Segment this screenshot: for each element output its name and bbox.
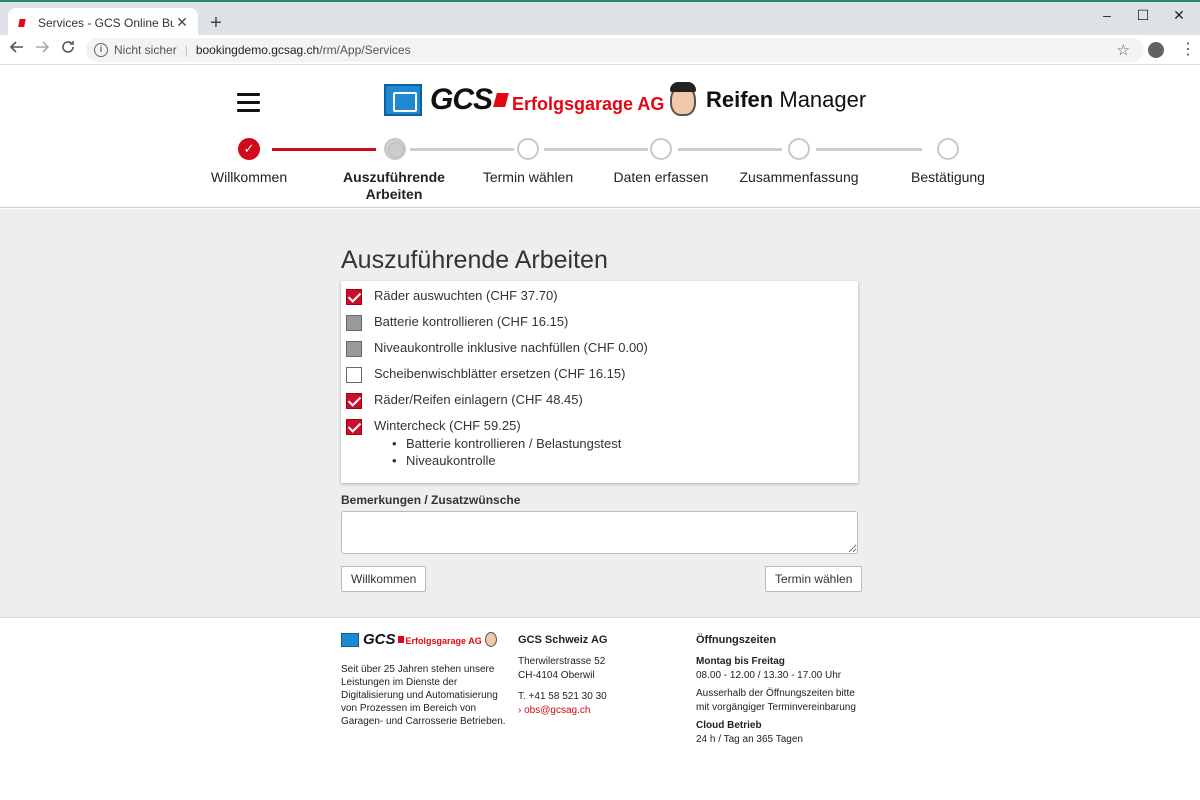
step-label-termin[interactable]: Termin wählen [458, 169, 598, 186]
footer-logo-red-mark-icon [397, 636, 404, 643]
step-daten-circle[interactable] [650, 138, 672, 160]
checkbox-disabled [346, 315, 362, 331]
step-label-arbeiten[interactable]: Auszuführende Arbeiten [324, 169, 464, 203]
service-item-einlagern[interactable]: Räder/Reifen einlagern (CHF 48.45) [346, 392, 583, 412]
company-email-link[interactable]: › obs@gcsag.ch [518, 705, 590, 716]
checkbox-checked[interactable] [346, 393, 362, 409]
service-label: Räder auswuchten (CHF 37.70) [374, 288, 558, 303]
browser-tab[interactable]: Services - GCS Online Buchungss ✕ [8, 8, 198, 37]
browser-tab-bar: Services - GCS Online Buchungss ✕ + – ☐ … [0, 0, 1200, 37]
cloud-label: Cloud Betrieb [696, 720, 762, 731]
service-label: Batterie kontrollieren (CHF 16.15) [374, 314, 569, 329]
cloud-hours: 24 h / Tag an 365 Tagen [696, 734, 803, 745]
hours-weekday-label: Montag bis Freitag [696, 656, 785, 667]
step-willkommen-check-icon[interactable]: ✓ [238, 138, 260, 160]
step-bestaetigung-circle[interactable] [937, 138, 959, 160]
service-item-raeder-auswuchten[interactable]: Räder auswuchten (CHF 37.70) [346, 288, 558, 308]
service-item-batterie: Batterie kontrollieren (CHF 16.15) [346, 314, 568, 334]
footer-logo-box-icon [341, 632, 359, 647]
step-label-bestaetigung[interactable]: Bestätigung [878, 169, 1018, 186]
next-button[interactable]: Termin wählen [765, 566, 863, 592]
gcs-logo[interactable]: GCS Erfolgsgarage AG [384, 82, 697, 118]
checkbox-checked[interactable] [346, 289, 362, 305]
step-label-zusammenfassung[interactable]: Zusammenfassung [729, 169, 869, 186]
service-item-niveaukontrolle: Niveaukontrolle inklusive nachfüllen (CH… [346, 340, 648, 360]
bookmark-star-icon[interactable]: ☆ [1117, 41, 1130, 59]
address-separator: | [184, 43, 188, 57]
company-title: GCS Schweiz AG [518, 634, 608, 646]
profile-avatar-icon[interactable] [1148, 42, 1164, 58]
services-card: Räder auswuchten (CHF 37.70) Batterie ko… [341, 281, 858, 483]
footer-hours: Öffnungszeiten Montag bis Freitag 08.00 … [696, 633, 856, 747]
footer-description: Seit über 25 Jahren stehen unsere Leistu… [341, 664, 506, 727]
step-connector-1 [272, 148, 376, 151]
logo-text: GCS [430, 83, 493, 116]
forward-arrow-icon[interactable] [31, 39, 53, 61]
logo-subtext: Erfolgsgarage AG [512, 93, 665, 114]
browser-toolbar: i Nicht sicher | bookingdemo.gcsag.ch /r… [0, 35, 1200, 65]
app-name-rest: Manager [779, 87, 867, 112]
step-arbeiten-circle[interactable] [384, 138, 406, 160]
checkbox-unchecked[interactable] [346, 367, 362, 383]
hours-title: Öffnungszeiten [696, 634, 777, 646]
close-window-button[interactable]: ✕ [1156, 6, 1200, 32]
checkbox-checked[interactable] [346, 419, 362, 435]
step-label-willkommen[interactable]: Willkommen [179, 169, 319, 186]
service-label: Scheibenwischblätter ersetzen (CHF 16.15… [374, 366, 626, 381]
company-street: Therwilerstrasse 52 [518, 656, 606, 667]
gcs-logo-box-icon [384, 84, 422, 116]
footer-mascot-face-icon [484, 632, 497, 647]
footer-logo-subtext: Erfolgsgarage AG [405, 636, 482, 646]
gcs-favicon-icon [16, 16, 30, 30]
checkbox-disabled [346, 341, 362, 357]
service-label: Wintercheck (CHF 59.25) [374, 418, 521, 433]
security-label: Nicht sicher [114, 43, 177, 57]
company-phone: T. +41 58 521 30 30 [518, 691, 607, 702]
step-zusammenfassung-circle[interactable] [788, 138, 810, 160]
footer-company: GCS Schweiz AG Therwilerstrasse 52 CH-41… [518, 633, 607, 718]
company-city: CH-4104 Oberwil [518, 670, 595, 681]
hours-outside-note-2: mit vorgängiger Terminvereinbarung [696, 702, 856, 713]
app-name: Reifen Manager [706, 87, 866, 113]
mascot-face-icon [670, 82, 697, 116]
service-item-scheibenwischer[interactable]: Scheibenwischblätter ersetzen (CHF 16.15… [346, 366, 625, 386]
reload-icon[interactable] [57, 39, 79, 61]
step-termin-circle[interactable] [517, 138, 539, 160]
wintercheck-subitems: Batterie kontrollieren / Belastungstest … [374, 435, 621, 469]
browser-menu-icon[interactable]: ⋮ [1180, 40, 1196, 60]
new-tab-button[interactable]: + [206, 12, 226, 35]
page-title: Auszuführende Arbeiten [341, 246, 608, 274]
page-header: GCS Erfolgsgarage AG Reifen Manager ✓ Wi… [0, 66, 1200, 208]
main-content: Auszuführende Arbeiten Räder auswuchten … [0, 209, 1200, 617]
hamburger-menu-icon[interactable] [237, 93, 260, 112]
service-item-wintercheck[interactable]: Wintercheck (CHF 59.25) Batterie kontrol… [346, 418, 621, 474]
url-host: bookingdemo.gcsag.ch [195, 43, 320, 57]
url-path: /rm/App/Services [319, 43, 411, 57]
back-arrow-icon[interactable] [6, 39, 28, 61]
page-footer: GCS Erfolgsgarage AG Seit über 25 Jahren… [0, 617, 1200, 800]
step-connector-3 [544, 148, 648, 151]
footer-logo[interactable]: GCS Erfolgsgarage AG [341, 631, 497, 648]
logo-red-mark-icon [493, 93, 509, 107]
step-connector-5 [816, 148, 922, 151]
app-name-bold: Reifen [706, 87, 774, 112]
service-label: Niveaukontrolle inklusive nachfüllen (CH… [374, 340, 648, 355]
remarks-label: Bemerkungen / Zusatzwünsche [341, 493, 521, 507]
tab-title: Services - GCS Online Buchungss [38, 15, 174, 30]
subitem: Niveaukontrolle [374, 452, 621, 469]
hours-weekday: 08.00 - 12.00 / 13.30 - 17.00 Uhr [696, 670, 842, 681]
step-label-daten[interactable]: Daten erfassen [591, 169, 731, 186]
remarks-textarea[interactable] [341, 511, 858, 554]
footer-logo-text: GCS [363, 631, 396, 648]
tab-close-icon[interactable]: ✕ [174, 14, 190, 31]
step-connector-4 [678, 148, 782, 151]
hours-outside-note-1: Ausserhalb der Öffnungszeiten bitte [696, 688, 855, 699]
address-bar[interactable]: i Nicht sicher | bookingdemo.gcsag.ch /r… [86, 38, 1144, 62]
back-button[interactable]: Willkommen [341, 566, 427, 592]
step-connector-2 [410, 148, 514, 151]
info-icon[interactable]: i [94, 43, 108, 57]
subitem: Batterie kontrollieren / Belastungstest [374, 435, 621, 452]
service-label: Räder/Reifen einlagern (CHF 48.45) [374, 392, 583, 407]
